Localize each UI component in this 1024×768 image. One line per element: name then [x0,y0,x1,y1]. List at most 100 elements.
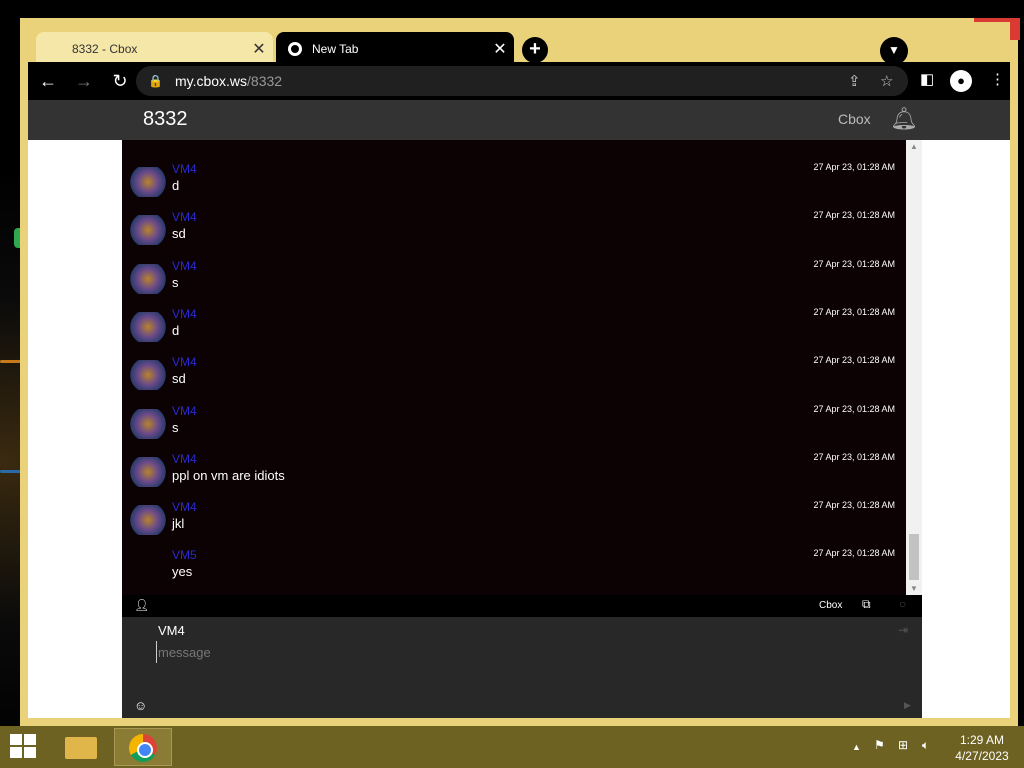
scrollbar-thumb[interactable] [909,534,919,580]
user-avatar[interactable] [128,360,168,391]
profile-icon[interactable]: ● [950,70,972,92]
windows-logo-icon [10,734,22,745]
cbox-header: 8332 Cbox 🔔︎ [28,100,1010,140]
taskbar-file-explorer[interactable] [52,728,110,766]
message-text: s [172,419,179,435]
chat-messages: VM4 d 27 Apr 23, 01:28 AM VM4 sd 27 Apr 23, 0… [122,140,906,595]
message-timestamp: 27 Apr 23, 01:28 AM [813,162,895,172]
bookmark-star-icon[interactable]: ☆ [880,72,893,90]
user-avatar[interactable] [128,456,168,487]
chat-message: VM4 ppl on vm are idiots 27 Apr 23, 01:28 … [122,449,906,497]
page-title: 8332 [143,108,188,130]
reload-button[interactable]: ↻ [104,65,136,97]
url-host: my.cbox.ws [174,73,248,89]
message-text: jkl [172,516,185,532]
chat-message: VM4 s 27 Apr 23, 01:28 AM [122,256,906,304]
network-icon[interactable]: ⊞ [898,738,908,752]
tab-search-button[interactable]: ▼ [880,37,908,65]
message-text: ppl on vm are idiots [172,467,285,483]
message-author[interactable]: VM4 [172,307,197,321]
message-timestamp: 27 Apr 23, 01:28 AM [813,500,895,511]
chat-footer-bar: 👤︎ Cbox ⧉ ○ [122,595,922,617]
start-button[interactable] [10,734,38,760]
windows-logo-part [24,734,36,745]
tab-new-tab[interactable]: New Tab ✕ [276,32,514,66]
message-author[interactable]: VM4 [172,210,197,224]
browser-window: — ☐ ✕ 8332 - Cbox ✕ New Tab ✕ + ▼ ← → ↻ … [20,18,1020,726]
chat-message: VM4 sd 27 Apr 23, 01:28 AM [122,352,906,400]
volume-muted-icon[interactable]: 🔈︎ [922,738,929,753]
scroll-up-arrow-icon[interactable]: ▲ [910,142,918,151]
user-avatar[interactable] [128,263,168,294]
tab-close-icon[interactable]: ✕ [245,39,273,59]
message-text: s [172,274,179,290]
tab-cbox[interactable]: 8332 - Cbox ✕ [36,32,273,66]
user-avatar[interactable] [128,167,168,197]
message-timestamp: 27 Apr 23, 01:28 AM [813,355,895,366]
user-avatar[interactable] [128,311,168,342]
browser-toolbar: ← → ↻ 🔒 my.cbox.ws/8332 ⇪ ☆ ◧ ● ⋮ [28,62,1010,100]
tab-title: New Tab [312,42,359,56]
tab-close-icon[interactable]: ✕ [486,39,514,59]
message-timestamp: 27 Apr 23, 01:28 AM [813,451,895,462]
back-button[interactable]: ← [32,65,64,97]
message-text: yes [172,564,193,580]
message-timestamp: 27 Apr 23, 01:28 AM [813,403,895,414]
bell-icon[interactable]: 🔔︎ [890,106,918,132]
message-author[interactable]: VM5 [172,548,197,562]
taskbar: ▲ ⚑ ⊞ 🔈︎ 1:29 AM 4/27/2023 [0,726,1024,768]
lock-icon[interactable]: 🔒 [148,74,163,88]
chat-message: VM4 sd 27 Apr 23, 01:28 AM [122,207,906,255]
login-icon[interactable]: ⇥ [898,623,908,637]
chat-message: VM4 jkl 27 Apr 23, 01:28 AM [122,497,906,545]
chat-message: VM4 s 27 Apr 23, 01:28 AM [122,401,906,449]
footer-brand-link[interactable]: Cbox [819,600,842,611]
compose-area: VM4 ⇥ ☺ ▶ [122,617,922,718]
action-center-flag-icon[interactable]: ⚑ [874,738,885,752]
refresh-icon[interactable]: ○ [899,597,906,611]
show-hidden-icons-icon[interactable]: ▲ [852,742,861,752]
message-text: sd [172,371,186,387]
chat-scrollbar[interactable]: ▲ ▼ [906,140,922,595]
new-tab-button[interactable]: + [522,37,548,63]
message-author[interactable]: VM4 [172,259,197,273]
emoji-icon[interactable]: ☺ [134,698,147,713]
menu-icon[interactable]: ⋮ [990,70,1005,88]
chrome-icon [288,42,302,56]
user-avatar[interactable] [128,505,168,536]
message-author[interactable]: VM4 [172,452,197,466]
message-text: sd [172,226,186,242]
scroll-down-arrow-icon[interactable]: ▼ [910,584,918,593]
windows-logo-part [10,747,22,758]
side-panel-icon[interactable]: ◧ [920,70,934,88]
message-author[interactable]: VM4 [172,162,197,176]
page-content: 8332 Cbox 🔔︎ VM4 d 27 Apr 23, 01:28 AM VM4 s… [28,100,1010,718]
chrome-icon [129,734,157,762]
clock-time: 1:29 AM [959,733,1005,747]
message-author[interactable]: VM4 [172,500,197,514]
folder-icon [65,737,97,759]
share-icon[interactable]: ⇪ [848,72,861,90]
message-text: d [172,178,180,193]
taskbar-clock[interactable]: 1:29 AM 4/27/2023 [950,732,1014,764]
user-icon[interactable]: 👤︎ [134,598,149,612]
message-author[interactable]: VM4 [172,355,197,369]
message-input[interactable] [156,641,856,663]
send-arrow-icon[interactable]: ▶ [904,700,911,711]
tab-title: 8332 - Cbox [72,42,138,56]
compose-username[interactable]: VM4 [158,623,185,638]
message-timestamp: 27 Apr 23, 01:28 AM [813,258,895,269]
forward-button[interactable]: → [68,65,100,97]
user-avatar[interactable] [128,408,168,439]
taskbar-chrome[interactable] [114,728,172,766]
popout-icon[interactable]: ⧉ [862,597,871,612]
chat-message: VM4 d 27 Apr 23, 01:28 AM [122,304,906,352]
user-avatar[interactable] [128,215,168,246]
windows-logo-part [24,747,36,758]
address-bar[interactable]: 🔒 my.cbox.ws/8332 ⇪ ☆ [136,66,908,96]
message-timestamp: 27 Apr 23, 01:28 AM [813,548,895,559]
chat-message: VM5 yes 27 Apr 23, 01:28 AM [122,545,906,593]
cbox-brand-link[interactable]: Cbox [838,111,871,127]
message-author[interactable]: VM4 [172,404,197,418]
message-text: d [172,322,180,338]
